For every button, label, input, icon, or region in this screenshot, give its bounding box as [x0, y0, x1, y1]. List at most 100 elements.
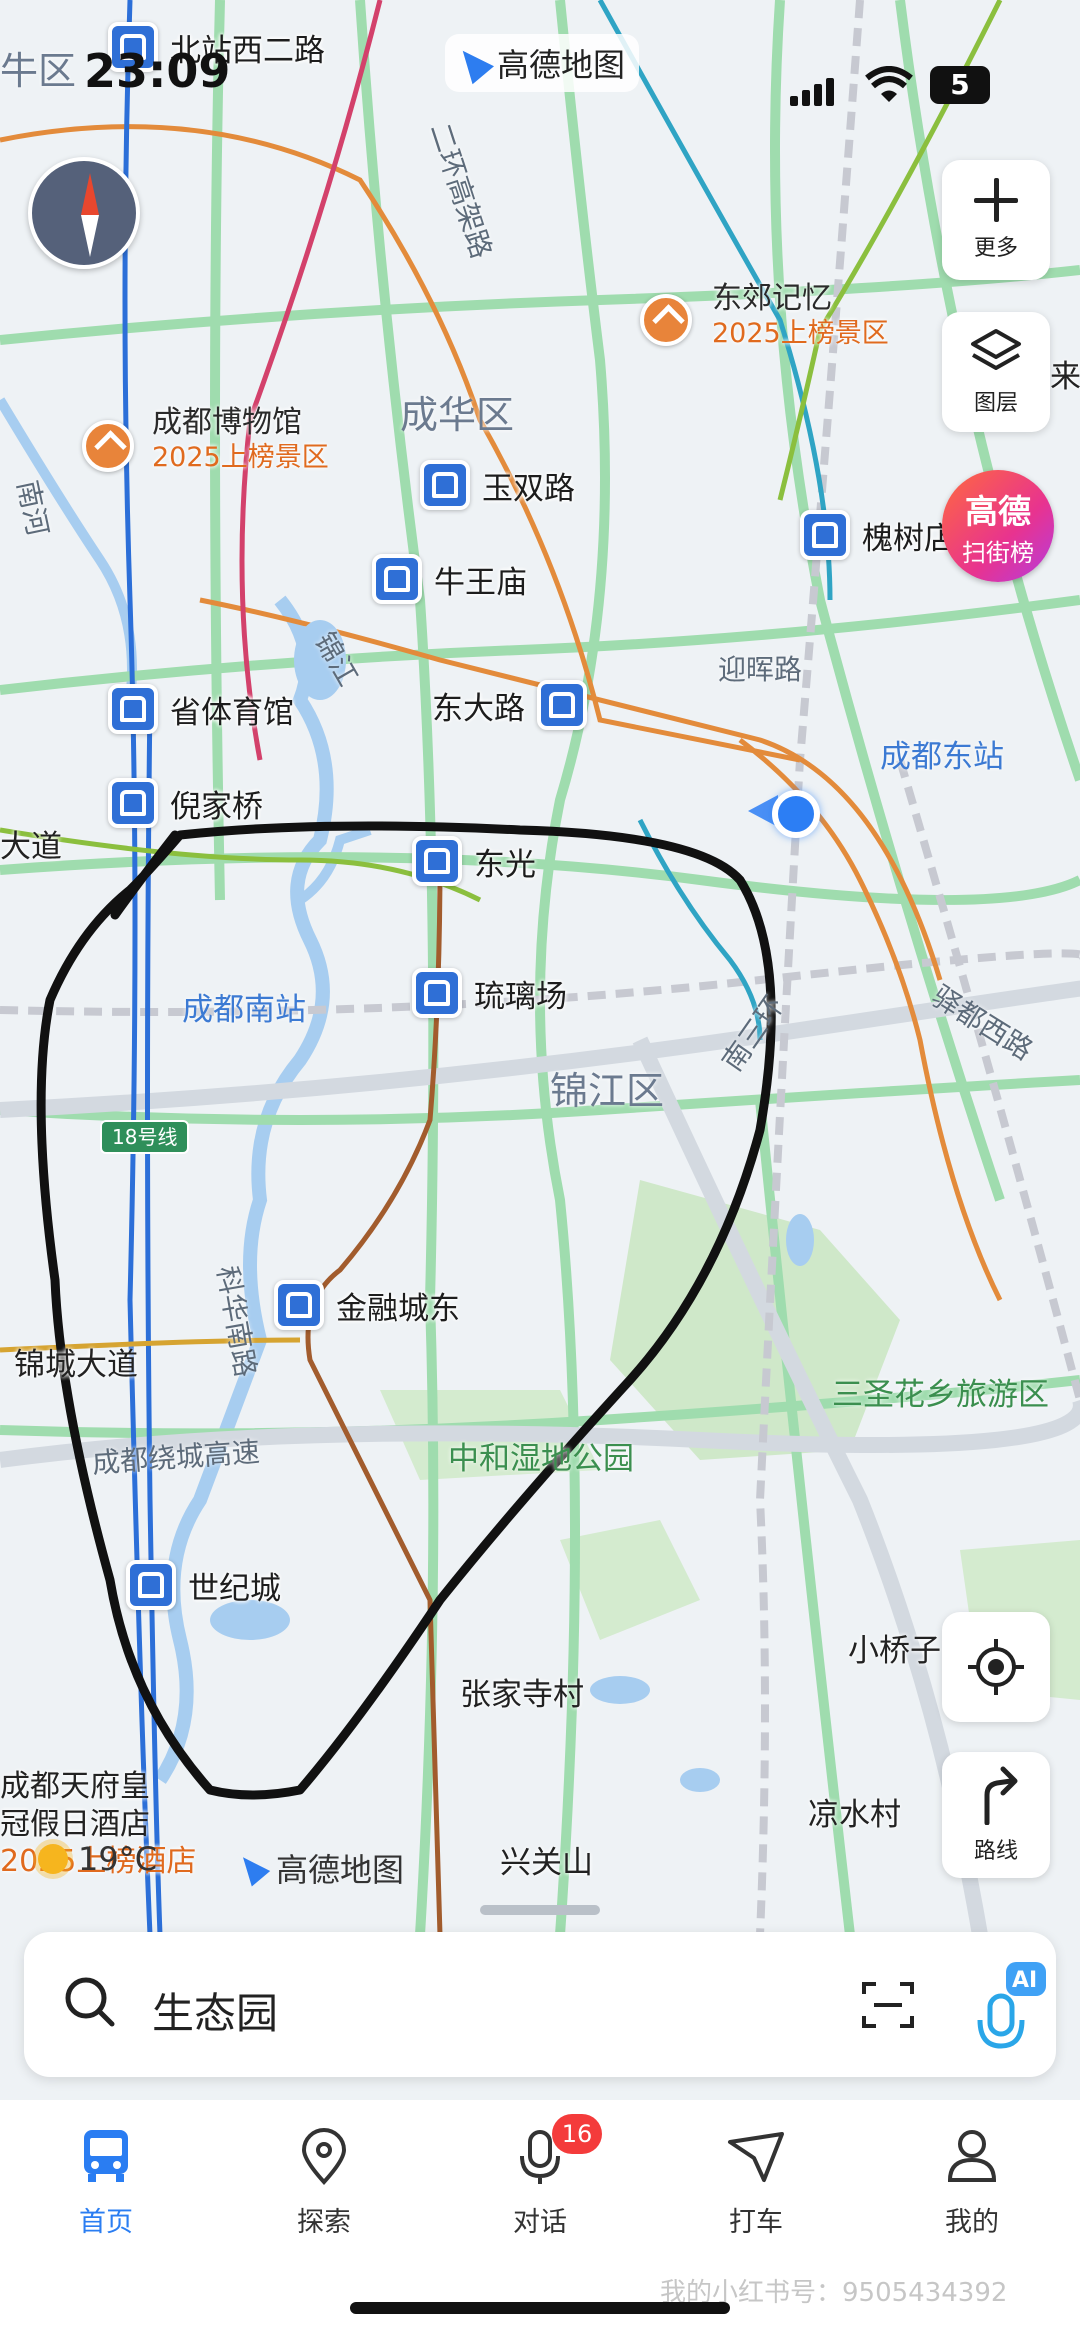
weather-widget[interactable]: 19°C	[38, 1840, 157, 1878]
more-button[interactable]: 更多	[942, 160, 1050, 280]
home-indicator[interactable]	[350, 2302, 730, 2314]
scenic-poi[interactable]: 东郊记忆 2025上榜景区	[712, 281, 889, 349]
wifi-icon	[865, 66, 913, 102]
metro-name: 金融城东	[336, 1290, 460, 1327]
tab-taxi[interactable]: 打车	[686, 2126, 826, 2239]
metro-name: 倪家桥	[170, 788, 263, 825]
amap-logo-icon	[451, 41, 495, 85]
place-label: 兴关山	[500, 1845, 593, 1881]
plus-icon	[974, 178, 1018, 222]
metro-station[interactable]: 金融城东	[274, 1280, 460, 1330]
rank-subtitle: 扫街榜	[962, 538, 1034, 567]
metro-name: 省体育馆	[170, 694, 294, 731]
hotel-name-line2: 冠假日酒店	[0, 1806, 150, 1842]
route-icon	[984, 1766, 1018, 1825]
scenic-poi-icon[interactable]	[640, 294, 692, 346]
amap-logo-icon	[233, 1849, 271, 1887]
place-label: 凉水村	[808, 1797, 901, 1833]
sun-icon	[38, 1844, 68, 1874]
metro-station[interactable]: 倪家桥	[108, 778, 263, 828]
compass-icon[interactable]	[28, 157, 140, 269]
ai-badge: AI	[1012, 1968, 1038, 1993]
metro-icon	[372, 554, 422, 604]
cellular-signal-icon	[790, 78, 838, 110]
rail-station-chengdu-south[interactable]: 成都南站	[182, 995, 306, 1026]
metro-icon	[537, 680, 587, 730]
tab-label: 我的	[945, 2207, 999, 2238]
scenic-badge: 2025上榜景区	[152, 442, 329, 473]
metro-name: 牛王庙	[434, 564, 527, 601]
metro-station[interactable]: 东大路	[420, 680, 587, 730]
road-label: 锦城大道	[14, 1347, 138, 1383]
hotel-name-line1: 成都天府皇	[0, 1769, 150, 1804]
search-icon	[65, 1977, 115, 2027]
app-title-pill: 高德地图	[445, 34, 640, 92]
metro-station[interactable]: 玉双路	[420, 460, 575, 510]
notification-badge: 16	[552, 2114, 602, 2154]
metro-icon	[420, 460, 470, 510]
tab-label: 对话	[513, 2207, 567, 2238]
search-bar[interactable]: 生态园 AI	[24, 1932, 1056, 2077]
metro-station[interactable]: 槐树店	[800, 510, 955, 560]
place-label: 小桥子	[848, 1633, 941, 1669]
scan-icon[interactable]	[860, 1978, 916, 2032]
metro-icon	[108, 778, 158, 828]
tab-profile[interactable]: 我的	[902, 2126, 1042, 2239]
district-label-jinjiang: 锦江区	[550, 1069, 665, 1113]
tab-label: 首页	[79, 2207, 133, 2238]
tab-explore[interactable]: 探索	[254, 2126, 394, 2239]
metro-station[interactable]: 牛王庙	[372, 554, 527, 604]
layers-icon	[971, 329, 1021, 370]
road-label: 迎晖路	[718, 653, 803, 686]
rank-title: 高德	[965, 491, 1031, 531]
metro-icon	[274, 1280, 324, 1330]
current-location-marker[interactable]	[772, 790, 820, 838]
metro-station[interactable]: 琉璃场	[412, 968, 567, 1018]
metro-icon	[108, 684, 158, 734]
road-label: 来	[1050, 359, 1080, 395]
street-ranking-button[interactable]: 高德 扫街榜	[942, 470, 1054, 582]
metro-icon	[800, 510, 850, 560]
map-watermark: 高德地图	[233, 1845, 405, 1891]
route-label: 路线	[973, 1839, 1018, 1864]
layers-label: 图层	[973, 391, 1018, 416]
scenic-name: 成都博物馆	[152, 405, 302, 440]
scenic-poi[interactable]: 成都博物馆 2025上榜景区	[152, 405, 329, 473]
layers-button[interactable]: 图层	[942, 312, 1050, 432]
crosshair-icon	[968, 1639, 1024, 1695]
rail-station-chengdu-east[interactable]: 成都东站	[880, 742, 1004, 773]
battery-icon: 5	[930, 66, 990, 104]
tab-label: 探索	[297, 2207, 351, 2238]
more-label: 更多	[973, 236, 1018, 261]
metro-line-tag[interactable]: 18号线	[100, 1120, 190, 1154]
park-label[interactable]: 三圣花乡旅游区	[832, 1380, 1049, 1411]
metro-station[interactable]: 省体育馆	[108, 684, 294, 734]
person-icon	[947, 2130, 997, 2182]
temperature: 19°C	[78, 1840, 158, 1878]
metro-name: 世纪城	[188, 1570, 281, 1607]
tab-home[interactable]: 首页	[36, 2126, 176, 2239]
location-pin-icon	[301, 2128, 347, 2185]
app-title: 高德地图	[497, 46, 626, 84]
ai-voice-button[interactable]: AI	[968, 1956, 1048, 2056]
locate-button[interactable]	[942, 1612, 1050, 1722]
tab-chat[interactable]: 16 对话	[470, 2114, 610, 2239]
route-button[interactable]: 路线	[942, 1752, 1050, 1878]
drag-handle[interactable]	[480, 1905, 600, 1915]
metro-name: 东大路	[432, 690, 525, 727]
district-label-chenghua: 成华区	[400, 393, 515, 437]
status-time: 23:09	[84, 44, 231, 98]
scenic-poi-icon[interactable]	[82, 420, 134, 472]
metro-icon	[126, 1560, 176, 1610]
search-input[interactable]: 生态园	[152, 1980, 278, 2041]
park-label[interactable]: 中和湿地公园	[448, 1444, 634, 1475]
metro-name: 琉璃场	[474, 978, 567, 1015]
scenic-name: 东郊记忆	[712, 281, 832, 316]
taxi-icon	[728, 2132, 784, 2182]
metro-station[interactable]: 东光	[412, 836, 536, 886]
place-label: 张家寺村	[460, 1677, 584, 1713]
scenic-badge: 2025上榜景区	[712, 318, 889, 349]
map-logo-text: 高德地图	[276, 1851, 405, 1889]
map-canvas[interactable]: 成华区 锦江区 二环高架路 迎晖路 锦江 南三环 驿都西路 锦城大道 成都绕城高…	[0, 0, 1080, 1935]
metro-station[interactable]: 世纪城	[126, 1560, 281, 1610]
